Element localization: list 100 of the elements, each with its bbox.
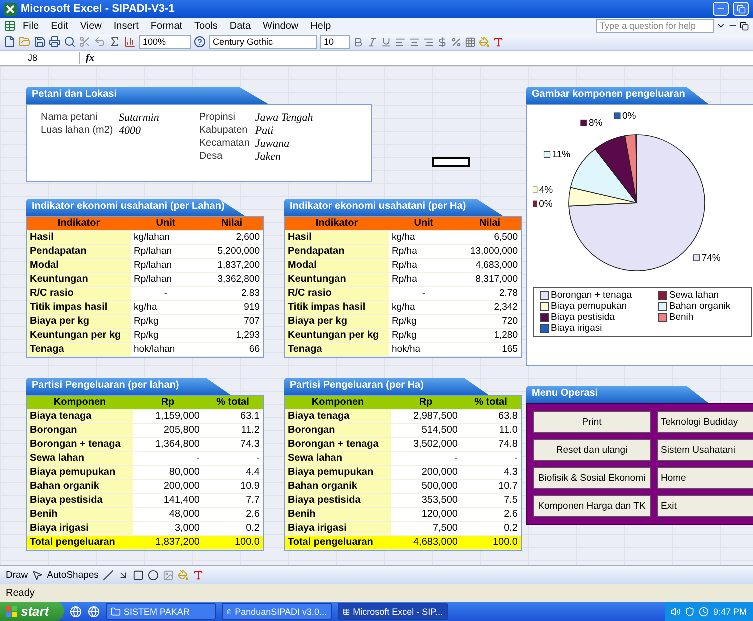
function-label[interactable]: fx (86, 52, 94, 64)
menu-item[interactable]: Help (306, 20, 336, 32)
column-header: Indikator (285, 217, 389, 231)
help-icon[interactable] (194, 36, 206, 48)
table-cell: Benih (27, 508, 133, 522)
table-cell: Rp/kg (131, 329, 201, 343)
total-cell: Total pengeluaran (27, 536, 133, 550)
new-file-icon[interactable] (4, 36, 16, 48)
spreadsheet-icon[interactable] (4, 20, 16, 32)
status-text: Ready (0, 584, 753, 602)
table-cell: Hasil (27, 231, 131, 245)
menu-item[interactable]: Tools (190, 20, 223, 32)
column-header: Rp (133, 396, 203, 410)
align-left-icon[interactable] (395, 36, 406, 48)
menu-button[interactable]: Reset dan ulangi (533, 439, 651, 461)
font-color-icon[interactable] (493, 36, 504, 48)
menu-button[interactable]: Print (533, 411, 651, 433)
sum-icon[interactable] (109, 36, 121, 48)
autoshapes-menu-button[interactable]: AutoShapes (47, 570, 99, 580)
fill-color-icon[interactable] (178, 570, 189, 580)
currency-icon[interactable] (437, 36, 448, 48)
font-field[interactable]: Century Gothic (209, 35, 317, 49)
menu-button[interactable]: Biofisik & Sosial Ekonomi (533, 467, 651, 489)
percent-icon[interactable] (451, 36, 462, 48)
line-icon[interactable] (102, 570, 114, 580)
table-cell: Sewa lahan (27, 452, 133, 466)
menu-item[interactable]: Edit (46, 20, 74, 32)
table-cell: 2,342 (459, 301, 521, 315)
name-box[interactable]: J8 (0, 52, 80, 64)
table-cell: 7.5 (461, 494, 521, 508)
minimize-button[interactable] (713, 2, 729, 16)
menu-button[interactable]: Exit (657, 495, 753, 517)
menu-item[interactable]: File (18, 20, 44, 32)
globe-icon[interactable] (88, 606, 100, 618)
data-label-key-icon (694, 254, 700, 262)
panel-title: Partisi Pengeluaran (per lahan) (26, 378, 231, 395)
menu-button[interactable]: Home (657, 467, 753, 489)
table-cell: 120,000 (391, 508, 461, 522)
table-cell: - (133, 452, 203, 466)
menu-item[interactable]: View (75, 20, 107, 32)
restore-icon[interactable] (740, 22, 749, 30)
bold-icon[interactable] (353, 36, 364, 48)
clock-icon[interactable] (699, 606, 710, 616)
menu-button[interactable]: Komponen Harga dan TK (533, 495, 651, 517)
table-cell: 11.0 (461, 424, 521, 438)
save-icon[interactable] (34, 36, 46, 48)
speaker-icon[interactable] (671, 606, 682, 616)
table-cell: 0.2 (203, 522, 263, 536)
table-cell: 8,317,000 (459, 273, 521, 287)
table-cell: 1,364,800 (133, 438, 203, 452)
menu-item[interactable]: Window (258, 20, 304, 32)
print-icon[interactable] (49, 36, 61, 48)
table-cell: 707 (201, 315, 263, 329)
shield-icon[interactable] (685, 606, 696, 616)
menu-button[interactable]: Teknologi Budiday (657, 411, 753, 433)
field-value: Jaken (255, 151, 282, 163)
legend-label: Biaya irigasi (551, 323, 602, 334)
folder-icon (111, 606, 121, 616)
taskbar-button[interactable]: SISTEM PAKAR (106, 603, 216, 620)
table-cell: Rp/kg (131, 315, 201, 329)
table-cell: 500,000 (391, 480, 461, 494)
chart-icon[interactable] (124, 36, 136, 48)
menu-item[interactable]: Insert (108, 20, 144, 32)
restore-icon (736, 4, 746, 14)
image-icon[interactable] (162, 570, 174, 580)
menu-item[interactable]: Format (146, 20, 188, 32)
taskbar-button[interactable]: PanduanSIPADI v3.0... (222, 603, 332, 620)
browser-icon[interactable] (70, 606, 82, 618)
table-cell: Sewa lahan (285, 452, 391, 466)
table-cell: Rp/kg (389, 329, 459, 343)
table-cell: Biaya pemupukan (285, 466, 391, 480)
italic-icon[interactable] (367, 36, 378, 48)
table-cell: Benih (285, 508, 391, 522)
taskbar-button[interactable]: Microsoft Excel - SIP... (338, 603, 448, 620)
fill-color-icon[interactable] (479, 36, 490, 48)
restore-button[interactable] (733, 2, 749, 16)
help-search-field[interactable]: Type a question for help (596, 19, 714, 33)
rectangle-icon[interactable] (132, 570, 144, 580)
draw-menu-button[interactable]: Draw (6, 570, 28, 580)
font-size-field[interactable]: 10 (320, 35, 350, 49)
align-center-icon[interactable] (409, 36, 420, 48)
start-button[interactable]: start (0, 602, 64, 621)
document-icon (227, 606, 232, 616)
underline-icon[interactable] (381, 36, 392, 48)
zoom-field[interactable]: 100% (139, 35, 191, 49)
borders-icon[interactable] (465, 36, 476, 48)
menu-button[interactable]: Sistem Usahatani (657, 439, 753, 461)
menu-item[interactable]: Data (224, 20, 256, 32)
table-cell: Keuntungan per kg (27, 329, 131, 343)
legend-label: Sewa lahan (669, 290, 720, 301)
table-cell: R/C rasio (285, 287, 389, 301)
table-cell: Modal (285, 259, 389, 273)
arrow-icon[interactable] (118, 570, 129, 580)
column-header: Komponen (27, 396, 133, 410)
table-cell: 919 (201, 301, 263, 315)
align-right-icon[interactable] (423, 36, 434, 48)
font-color-icon[interactable] (192, 570, 204, 580)
table-cell: 74.8 (461, 438, 521, 452)
pointer-icon[interactable] (32, 570, 44, 580)
oval-icon[interactable] (148, 570, 159, 580)
